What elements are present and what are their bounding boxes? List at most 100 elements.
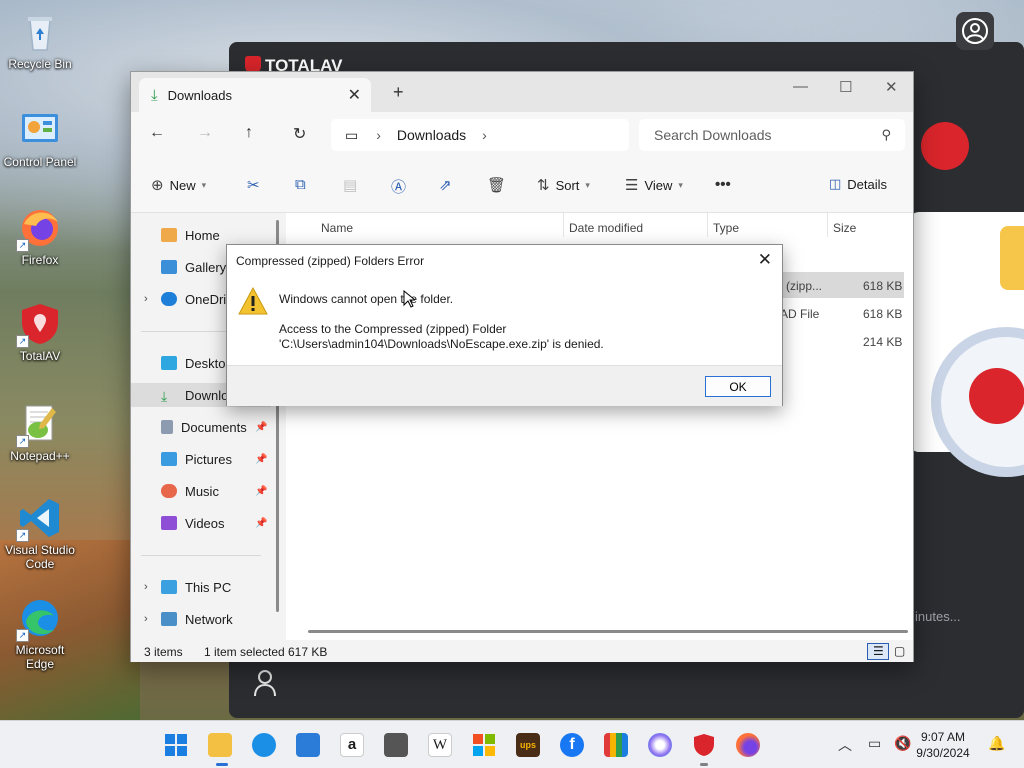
forward-arrow-icon[interactable]: → xyxy=(197,124,213,142)
clock-date: 9/30/2024 xyxy=(916,746,970,760)
desktop-icon-firefox[interactable]: ↗ Firefox xyxy=(0,206,80,267)
mouse-cursor-icon xyxy=(403,289,417,308)
tiles-view-button[interactable]: ▢ xyxy=(889,643,911,660)
close-tab-icon[interactable]: ✕ xyxy=(348,85,361,105)
tiles-view-icon: ▢ xyxy=(894,644,906,658)
edge-icon[interactable] xyxy=(252,733,276,757)
status-bar: 3 items 1 item selected 617 KB ☰ ▢ xyxy=(131,640,913,662)
nav-item-home[interactable]: Home xyxy=(161,223,220,247)
view-button[interactable]: ☰ View ▾ xyxy=(625,176,683,194)
cut-button[interactable]: ✂ xyxy=(247,176,260,194)
file-explorer-icon[interactable] xyxy=(208,733,232,757)
totalav-shield-icon: ↗ xyxy=(16,302,62,348)
network-tray-icon[interactable]: ▭ xyxy=(868,735,881,752)
new-tab-button[interactable]: + xyxy=(393,82,404,103)
up-arrow-icon[interactable]: ↑ xyxy=(245,124,253,142)
ups-icon[interactable]: ups xyxy=(516,733,540,757)
address-field[interactable]: ▭ › Downloads › xyxy=(331,119,629,151)
wikipedia-icon[interactable]: W xyxy=(428,733,452,757)
horizontal-scrollbar[interactable] xyxy=(308,630,908,633)
column-header-type[interactable]: Type xyxy=(713,221,739,235)
breadcrumb[interactable]: Downloads xyxy=(397,127,466,143)
minimize-button[interactable]: — xyxy=(793,78,808,95)
sort-button[interactable]: ⇅ Sort ▾ xyxy=(537,176,590,194)
clock[interactable]: 9:07 AM 9/30/2024 xyxy=(914,729,972,761)
firefox-icon[interactable] xyxy=(736,733,760,757)
store-icon[interactable] xyxy=(296,733,320,757)
desktop-icon-label: Firefox xyxy=(21,253,59,267)
column-divider xyxy=(563,213,564,237)
dialog-titlebar: Compressed (zipped) Folders Error ✕ xyxy=(227,245,782,275)
nav-item-videos[interactable]: Videos 📌 xyxy=(161,511,267,535)
shopping-bag-icon[interactable] xyxy=(604,733,628,757)
media-player-icon[interactable] xyxy=(384,733,408,757)
desktop-icon-control-panel[interactable]: Control Panel xyxy=(0,108,80,169)
desktop-icon-edge[interactable]: ↗ Microsoft Edge xyxy=(0,596,80,671)
desktop-icon-label: Visual Studio Code xyxy=(5,543,75,571)
home-icon xyxy=(161,228,177,242)
notification-bell-icon[interactable]: 🔔 xyxy=(988,735,1005,752)
desktop-icon-label: Recycle Bin xyxy=(8,57,72,71)
pictures-icon xyxy=(161,452,177,466)
paste-button[interactable]: ▤ xyxy=(343,176,357,194)
totalav-icon[interactable] xyxy=(692,733,716,757)
nav-item-network[interactable]: Network xyxy=(161,607,233,631)
nav-item-this-pc[interactable]: This PC xyxy=(161,575,231,599)
delete-button[interactable]: 🗑 xyxy=(487,176,506,194)
column-header-name[interactable]: Name xyxy=(321,221,353,235)
share-button[interactable]: ⇗ xyxy=(439,176,452,194)
control-panel-icon xyxy=(18,108,62,152)
list-view-icon: ☰ xyxy=(873,644,884,658)
chevron-up-icon[interactable]: ︿ xyxy=(838,735,852,755)
user-icon[interactable] xyxy=(253,668,277,698)
chevron-right-icon[interactable]: › xyxy=(144,293,148,305)
start-windows-icon[interactable] xyxy=(164,733,188,757)
refresh-icon[interactable]: ↻ xyxy=(293,124,306,144)
microsoft-icon[interactable] xyxy=(472,733,496,757)
ellipsis-icon: ••• xyxy=(715,176,731,193)
desktop-icon-vscode[interactable]: ↗ Visual Studio Code xyxy=(0,496,80,571)
desktop-icon-recycle-bin[interactable]: Recycle Bin xyxy=(0,10,80,71)
selection-size: 617 KB xyxy=(288,645,328,659)
chevron-right-icon[interactable]: › xyxy=(482,127,487,143)
maximize-button[interactable]: ☐ xyxy=(839,78,852,96)
details-pane-button[interactable]: ◫ Details xyxy=(829,176,887,192)
column-header-size[interactable]: Size xyxy=(833,221,856,235)
facebook-icon[interactable]: f xyxy=(560,733,584,757)
column-header-date[interactable]: Date modified xyxy=(569,221,643,235)
chevron-right-icon[interactable]: › xyxy=(144,613,148,625)
item-count: 3 items xyxy=(144,645,183,659)
ok-button[interactable]: OK xyxy=(705,376,771,397)
nav-item-gallery[interactable]: Gallery xyxy=(161,255,226,279)
details-view-button[interactable]: ☰ xyxy=(867,643,889,660)
desktop-icon-totalav[interactable]: ↗ TotalAV xyxy=(0,302,80,363)
command-bar: ⊕ New ▾ ✂ ⧉ ▤ Ⓐ ⇗ 🗑 ⇅ Sort ▾ ☰ View ▾ ••… xyxy=(131,158,913,213)
tab-downloads[interactable]: ⤓ Downloads ✕ xyxy=(139,78,371,112)
close-window-button[interactable]: ✕ xyxy=(885,78,898,96)
vscode-icon: ↗ xyxy=(16,496,62,542)
more-options-button[interactable]: ••• xyxy=(715,176,731,193)
rename-button[interactable]: Ⓐ xyxy=(391,176,406,197)
nav-item-music[interactable]: Music 📌 xyxy=(161,479,267,503)
close-icon[interactable]: ✕ xyxy=(758,250,772,270)
copilot-icon[interactable] xyxy=(648,733,672,757)
nav-item-pictures[interactable]: Pictures 📌 xyxy=(161,447,267,471)
nav-item-desktop[interactable]: Desktop xyxy=(161,351,233,375)
shortcut-arrow-icon: ↗ xyxy=(16,239,29,252)
error-dialog[interactable]: Compressed (zipped) Folders Error ✕ Wind… xyxy=(226,244,783,406)
nav-item-documents[interactable]: Documents 📌 xyxy=(161,415,267,439)
pin-icon: 📌 xyxy=(255,485,268,497)
account-icon[interactable] xyxy=(956,12,994,50)
desktop-icon-notepadpp[interactable]: ↗ Notepad++ xyxy=(0,402,80,463)
search-placeholder: Search Downloads xyxy=(654,127,772,143)
amazon-icon[interactable]: a xyxy=(340,733,364,757)
desktop-icon-label: Control Panel xyxy=(3,155,77,169)
new-button[interactable]: ⊕ New ▾ xyxy=(151,176,206,194)
chevron-right-icon[interactable]: › xyxy=(144,581,148,593)
desktop-icon-label: Microsoft Edge xyxy=(15,643,65,671)
search-input[interactable]: Search Downloads ⚲ xyxy=(639,119,905,151)
back-arrow-icon[interactable]: ← xyxy=(149,124,165,142)
copy-button[interactable]: ⧉ xyxy=(295,176,306,193)
volume-muted-icon[interactable]: 🔇 xyxy=(894,735,911,752)
nav-item-onedrive[interactable]: OneDriv xyxy=(161,287,233,311)
